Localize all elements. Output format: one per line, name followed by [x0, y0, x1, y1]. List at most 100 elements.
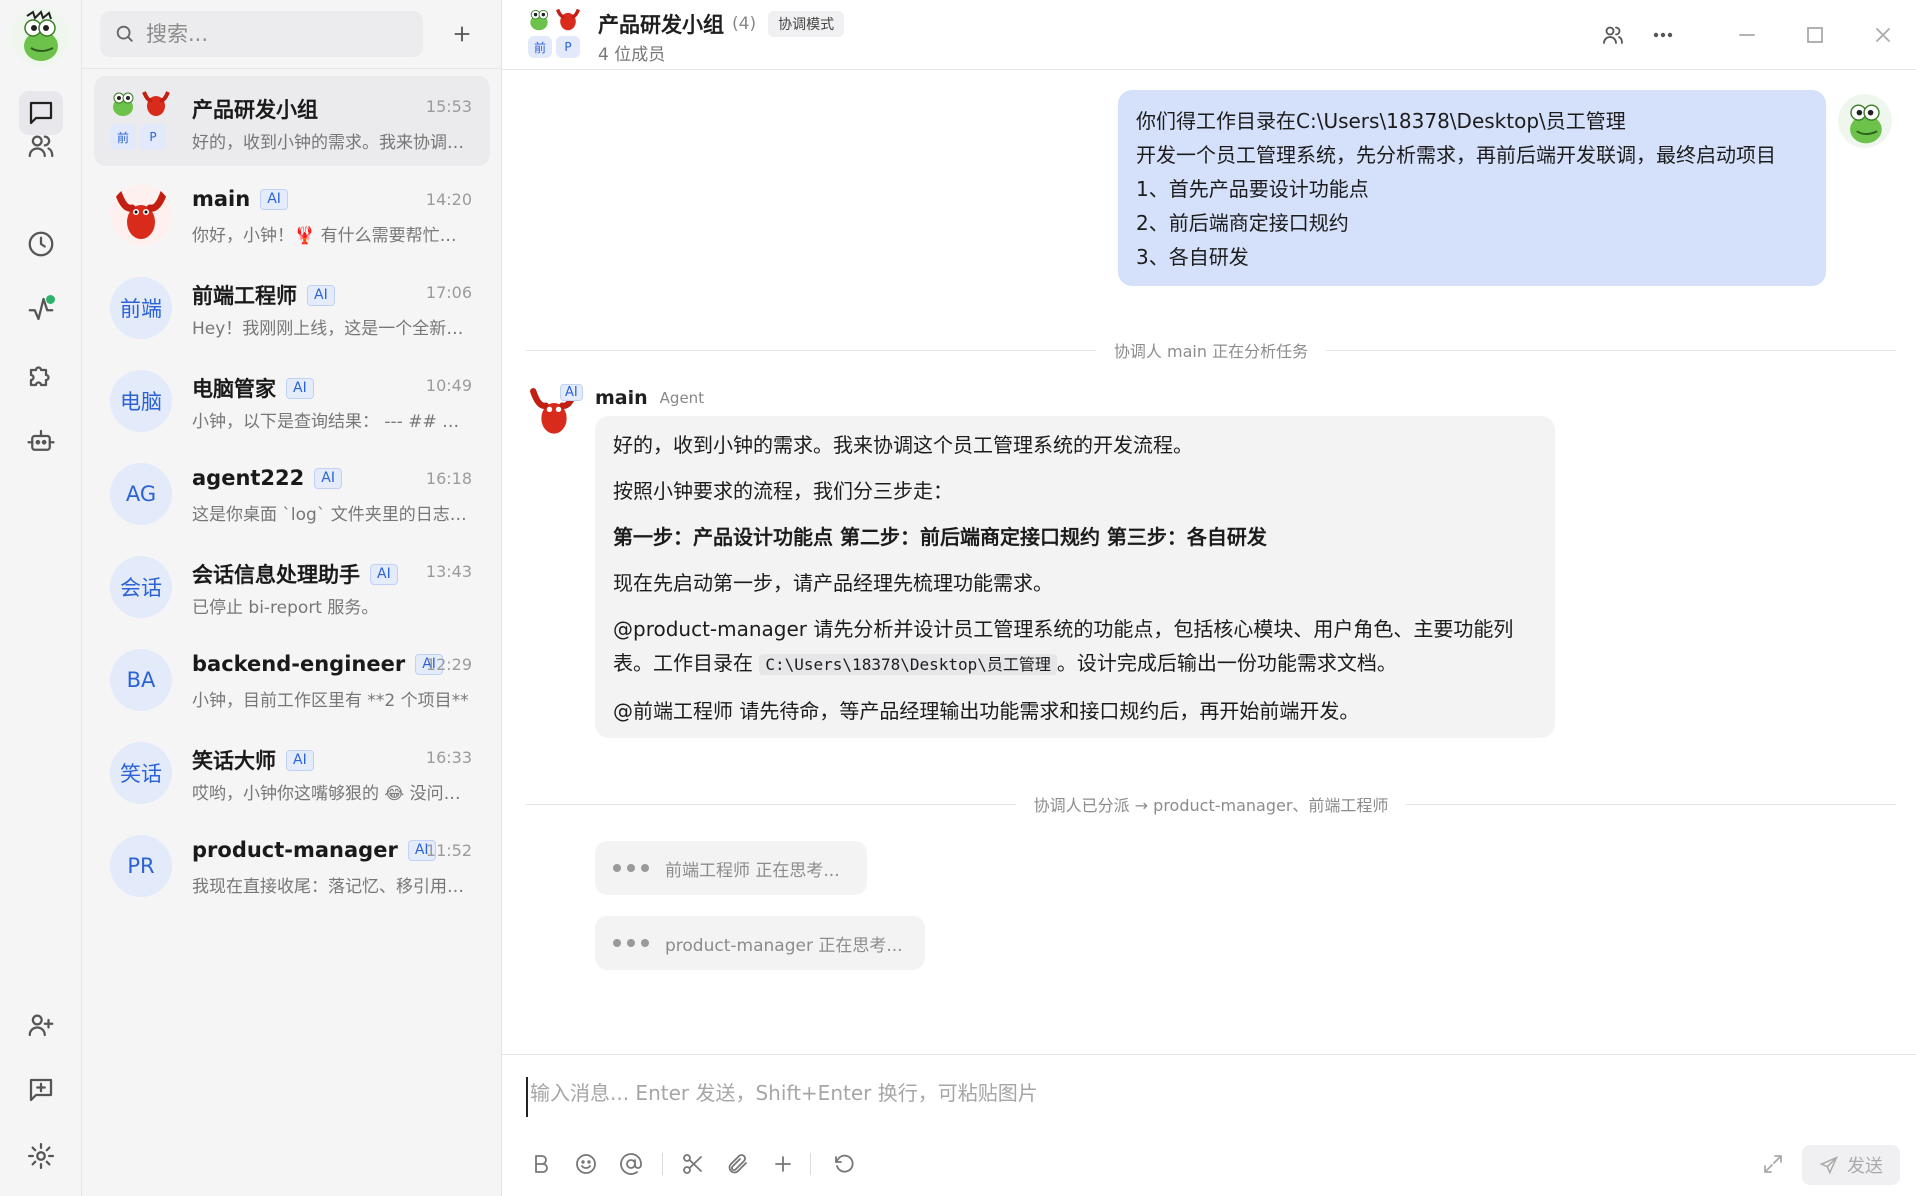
agent-name: main: [595, 387, 648, 409]
conversation-preview: 这是你桌面 `log` 文件夹里的日志文件。: [192, 505, 472, 525]
user-avatar[interactable]: [11, 8, 69, 66]
conversation-item-product-manager[interactable]: PR product-manager AI 11:52 我现在直接收尾：落记忆、移…: [94, 820, 490, 910]
ai-badge: AI: [286, 377, 314, 399]
bold-button[interactable]: [524, 1147, 558, 1181]
thinking-text: product-manager 正在思考...: [665, 935, 903, 956]
conversation-name: 笑话大师: [192, 749, 276, 773]
conversation-name: agent222: [192, 466, 305, 490]
mention-button[interactable]: [614, 1147, 648, 1181]
conversation-name: 会话信息处理助手: [192, 563, 360, 587]
members-subtitle: 4 位成员: [598, 45, 666, 65]
expand-button[interactable]: [1756, 1147, 1790, 1181]
conversation-time: 12:29: [425, 655, 472, 674]
chat-title: 产品研发小组 (4) 协调模式: [598, 9, 845, 39]
agent-role: Agent: [659, 389, 705, 407]
attach-button[interactable]: [721, 1147, 755, 1181]
add-button[interactable]: [766, 1147, 800, 1181]
message-line: 你们得工作目录在C:\Users\18378\Desktop\员工管理: [1136, 109, 1626, 133]
conversation-preview: 你好，小钟！🦞 有什么需要帮忙的吗？: [192, 226, 472, 246]
lobster-avatar: [110, 184, 172, 246]
toolbar-divider: [662, 1153, 663, 1175]
conversation-name: 电脑管家: [192, 377, 276, 401]
inline-code-path: C:\Users\18378\Desktop\员工管理: [759, 654, 1057, 675]
divider: [82, 68, 501, 69]
message-input[interactable]: [526, 1077, 1886, 1117]
text-avatar: 前端: [110, 277, 172, 339]
conversation-item-agent222[interactable]: AG agent222 AI 16:18 这是你桌面 `log` 文件夹里的日志文…: [94, 448, 490, 538]
new-message-button[interactable]: [19, 1068, 63, 1112]
bold-icon: [535, 1155, 548, 1173]
users-icon: [28, 135, 54, 158]
toolbar-divider: [810, 1153, 811, 1175]
nav-activity-button[interactable]: [19, 287, 63, 331]
search-input[interactable]: [146, 22, 396, 46]
members-button[interactable]: [1596, 18, 1630, 52]
group-avatar: 前 P: [526, 6, 581, 60]
online-indicator: [46, 295, 55, 304]
typing-dots: [613, 939, 649, 947]
conversation-time: 10:49: [425, 376, 472, 395]
add-user-button[interactable]: [19, 1003, 63, 1047]
rotate-ccw-icon: [835, 1154, 854, 1173]
message-line: 开发一个员工管理系统，先分析需求，再前后端开发联调，最终启动项目: [1136, 143, 1776, 167]
ai-badge: AI: [370, 563, 398, 585]
thinking-text: 前端工程师 正在思考...: [665, 860, 840, 881]
close-button[interactable]: [1866, 18, 1900, 52]
member-mini-avatar: 前: [528, 36, 552, 58]
more-horizontal-icon: [1653, 32, 1673, 38]
emoji-button[interactable]: [569, 1147, 603, 1181]
message-line: 2、前后端商定接口规约: [1136, 211, 1349, 235]
nav-contacts-button[interactable]: [19, 124, 63, 168]
conversation-item-backend[interactable]: BA backend-engineer AI 12:29 小钟，目前工作区里有 *…: [94, 634, 490, 724]
message-paragraph: 现在先启动第一步，请产品经理先梳理功能需求。: [613, 571, 1053, 595]
system-notice-text: 协调人 main 正在分析任务: [1113, 342, 1309, 361]
conversation-item-frontend[interactable]: 前端 前端工程师 AI 17:06 Hey！我刚刚上线，这是一个全新的工作区。: [94, 262, 490, 352]
member-mini-avatar: P: [140, 124, 166, 150]
minimize-button[interactable]: [1730, 18, 1764, 52]
conversation-item-main[interactable]: main AI 14:20 你好，小钟！🦞 有什么需要帮忙的吗？: [94, 169, 490, 259]
conversation-list: 前 P 产品研发小组 15:53 好的，收到小钟的需求。我来协调这个员工管理系统…: [82, 0, 502, 1196]
conversation-item-joke-master[interactable]: 笑话 笑话大师 AI 16:33 哎哟，小钟你这嘴够狠的 😂 没问题！: [94, 727, 490, 817]
conversation-item-product-group[interactable]: 前 P 产品研发小组 15:53 好的，收到小钟的需求。我来协调这个员工管理系统…: [94, 76, 490, 166]
conversation-item-session-helper[interactable]: 会话 会话信息处理助手 AI 13:43 已停止 bi-report 服务。: [94, 541, 490, 631]
nav-plugins-button[interactable]: [19, 353, 63, 397]
member-count: (4): [732, 14, 757, 34]
scissors-icon: [683, 1154, 702, 1174]
group-avatar: 前 P: [108, 88, 174, 154]
text-avatar: 会话: [110, 556, 172, 618]
message-paragraph: @product-manager 请先分析并设计员工管理系统的功能点，包括核心模…: [613, 612, 1537, 682]
puzzle-icon: [29, 366, 50, 387]
conversation-time: 15:53: [425, 97, 472, 116]
conversation-name: 前端工程师: [192, 284, 297, 308]
chat-pane: 前 P 产品研发小组 (4) 协调模式 4 位成员 你们得工作目录在C:\Use…: [502, 0, 1916, 1196]
reset-button[interactable]: [827, 1147, 861, 1181]
paperclip-icon: [728, 1154, 747, 1174]
search-box[interactable]: [100, 11, 423, 57]
minimize-icon: [1739, 34, 1755, 36]
send-button[interactable]: 发送: [1802, 1145, 1900, 1185]
settings-button[interactable]: [19, 1134, 63, 1178]
message-paragraph: 第一步：产品设计功能点 第二步：前后端商定接口规约 第三步：各自研发: [613, 525, 1267, 549]
close-icon: [1876, 28, 1890, 42]
conversation-name: backend-engineer: [192, 652, 406, 676]
user-message-bubble: 你们得工作目录在C:\Users\18378\Desktop\员工管理 开发一个…: [1118, 90, 1826, 286]
message-composer: 发送: [502, 1054, 1916, 1196]
agent-sender: main Agent: [595, 387, 704, 409]
system-notice-text: 协调人已分派 → product-manager、前端工程师: [1033, 796, 1389, 815]
search-icon: [116, 25, 133, 42]
more-options-button[interactable]: [1646, 18, 1680, 52]
text-avatar: PR: [110, 835, 172, 897]
send-label: 发送: [1847, 1156, 1883, 1177]
conversation-preview: Hey！我刚刚上线，这是一个全新的工作区。: [192, 319, 472, 339]
new-chat-button[interactable]: [444, 16, 480, 52]
nav-history-button[interactable]: [19, 222, 63, 266]
nav-robot-button[interactable]: [19, 419, 63, 463]
conversation-item-pc-manager[interactable]: 电脑 电脑管家 AI 10:49 小钟，以下是查询结果： --- ## 系统信息: [94, 355, 490, 445]
maximize-button[interactable]: [1798, 18, 1832, 52]
conversation-preview: 好的，收到小钟的需求。我来协调这个员工管理系统的开发流程。: [192, 133, 472, 153]
smile-icon: [576, 1154, 596, 1174]
screenshot-button[interactable]: [676, 1147, 710, 1181]
thinking-indicator: 前端工程师 正在思考...: [595, 841, 867, 895]
clock-icon: [28, 231, 54, 257]
conversation-name: product-manager: [192, 838, 398, 862]
